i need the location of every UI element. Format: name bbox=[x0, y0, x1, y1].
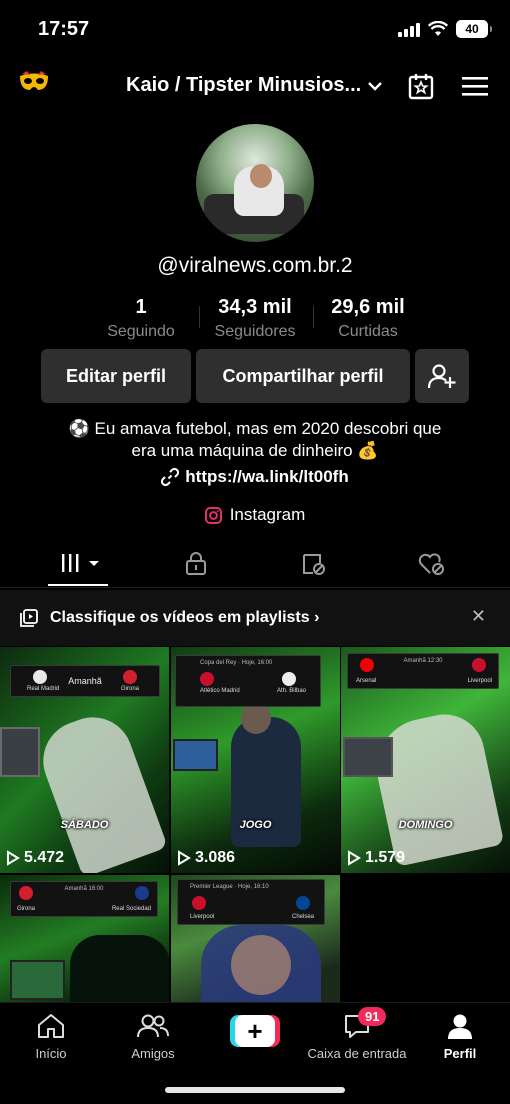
video-thumbnail[interactable]: Amanhã 12:30 Arsenal Liverpool DOMINGO 1… bbox=[341, 647, 510, 873]
bio: ⚽ Eu amava futebol, mas em 2020 descobri… bbox=[68, 419, 442, 460]
battery-icon: 40 bbox=[456, 20, 492, 38]
nav-inbox[interactable]: Caixa de entrada bbox=[305, 1013, 409, 1061]
video-thumbnail[interactable]: Amanhã 16:00 Girona Real Sociedad bbox=[0, 875, 169, 1002]
nav-home[interactable]: Início bbox=[26, 1013, 76, 1061]
video-caption: SÁBADO bbox=[60, 819, 109, 831]
playlist-banner-text: Classifique os vídeos em playlists › bbox=[50, 609, 320, 626]
profile-header: Kaio / Tipster Minusios... bbox=[0, 64, 510, 108]
match-card: Copa del Rey · Hoje, 16:00 Atlético Madr… bbox=[175, 655, 321, 707]
create-button[interactable]: + bbox=[230, 1015, 280, 1047]
share-profile-button[interactable]: Compartilhar perfil bbox=[196, 349, 410, 403]
match-card: Amanhã 16:00 Girona Real Sociedad bbox=[10, 881, 158, 917]
chevron-right-icon: › bbox=[314, 609, 320, 626]
video-thumbnail[interactable]: Amanhã Real Madrid Girona SÁBADO 5.472 bbox=[0, 647, 169, 873]
plus-icon: + bbox=[235, 1015, 275, 1047]
view-count: 1.579 bbox=[347, 849, 405, 867]
profile-icon bbox=[448, 1014, 472, 1039]
add-friend-button[interactable] bbox=[415, 349, 469, 403]
view-count: 3.086 bbox=[177, 849, 235, 867]
lock-icon bbox=[186, 552, 206, 575]
playlist-banner[interactable]: Classifique os vídeos em playlists › ✕ bbox=[0, 590, 510, 646]
video-caption: JOGO bbox=[239, 819, 272, 831]
playlist-icon bbox=[20, 609, 38, 627]
add-user-icon bbox=[428, 364, 456, 389]
play-icon bbox=[348, 850, 361, 866]
status-time: 17:57 bbox=[38, 18, 90, 40]
match-card: Amanhã Real Madrid Girona bbox=[10, 665, 160, 697]
tab-reposts[interactable] bbox=[301, 552, 327, 581]
mask-icon[interactable] bbox=[18, 70, 50, 96]
close-icon[interactable]: ✕ bbox=[471, 606, 486, 627]
video-caption: DOMINGO bbox=[398, 819, 453, 831]
grid-videos-icon bbox=[62, 554, 99, 572]
calendar-star-icon[interactable] bbox=[408, 72, 434, 100]
signal-icon bbox=[398, 21, 420, 37]
heart-hidden-icon bbox=[418, 553, 444, 575]
match-card: Amanhã 12:30 Arsenal Liverpool bbox=[347, 653, 499, 689]
stat-following[interactable]: 1 Seguindo bbox=[101, 296, 181, 341]
tab-liked[interactable] bbox=[418, 552, 446, 581]
avatar[interactable] bbox=[196, 124, 314, 242]
match-card: Premier League · Hoje, 16:10 Liverpool C… bbox=[177, 879, 325, 925]
username: @viralnews.com.br.2 bbox=[157, 254, 353, 277]
play-icon bbox=[7, 850, 20, 866]
play-icon bbox=[178, 850, 191, 866]
nav-profile[interactable]: Perfil bbox=[440, 1013, 480, 1061]
content-tabs bbox=[0, 546, 510, 588]
tab-videos[interactable] bbox=[60, 552, 102, 579]
video-thumbnail[interactable]: Copa del Rey · Hoje, 16:00 Atlético Madr… bbox=[171, 647, 340, 873]
status-icons: 40 bbox=[398, 20, 492, 38]
inbox-badge: 91 bbox=[358, 1007, 387, 1026]
chevron-down-icon bbox=[368, 81, 383, 91]
video-thumbnail[interactable]: Premier League · Hoje, 16:10 Liverpool C… bbox=[171, 875, 340, 1002]
home-icon bbox=[38, 1014, 64, 1038]
link-icon bbox=[161, 468, 180, 486]
account-name: Kaio / Tipster Minusios... bbox=[126, 74, 362, 96]
tab-private[interactable] bbox=[184, 552, 208, 581]
profile-stats: 1 Seguindo 34,3 mil Seguidores 29,6 mil … bbox=[0, 296, 510, 342]
edit-profile-button[interactable]: Editar perfil bbox=[41, 349, 191, 403]
status-bar: 17:57 40 bbox=[0, 0, 510, 60]
repost-hidden-icon bbox=[303, 554, 325, 575]
stat-followers[interactable]: 34,3 mil Seguidores bbox=[205, 296, 305, 341]
instagram-link[interactable]: Instagram bbox=[0, 505, 510, 525]
friends-icon bbox=[137, 1014, 169, 1038]
account-switcher[interactable]: Kaio / Tipster Minusios... bbox=[126, 74, 383, 97]
wifi-icon bbox=[428, 21, 448, 36]
nav-friends[interactable]: Amigos bbox=[126, 1013, 180, 1061]
instagram-icon bbox=[204, 506, 222, 524]
menu-icon[interactable] bbox=[462, 76, 488, 96]
bio-link[interactable]: https://wa.link/lt00fh bbox=[0, 467, 510, 487]
home-indicator bbox=[165, 1087, 345, 1093]
stat-likes[interactable]: 29,6 mil Curtidas bbox=[318, 296, 418, 341]
view-count: 5.472 bbox=[6, 849, 64, 867]
